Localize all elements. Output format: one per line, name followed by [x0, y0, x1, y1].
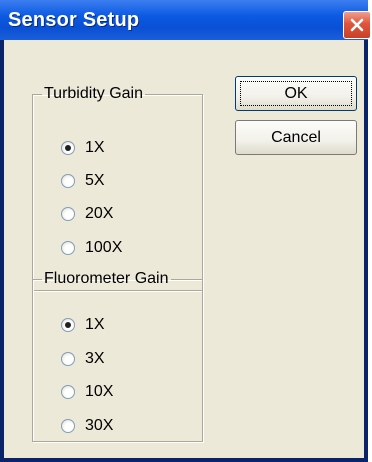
cancel-button-label: Cancel [271, 128, 321, 146]
dialog-body: Turbidity Gain 1X 5X 20X 100X Fluoromete… [4, 40, 364, 458]
radio-checked-icon [61, 318, 75, 332]
fluorometer-radio-30x[interactable]: 30X [61, 415, 113, 437]
turbidity-option-label: 100X [85, 239, 123, 256]
turbidity-radio-100x[interactable]: 100X [61, 237, 122, 259]
fluorometer-option-label: 30X [85, 417, 114, 434]
title-bar[interactable]: Sensor Setup [0, 0, 371, 40]
cancel-button[interactable]: Cancel [235, 120, 357, 155]
close-button[interactable] [343, 11, 371, 39]
turbidity-gain-group: Turbidity Gain 1X 5X 20X 100X [32, 85, 203, 291]
focus-rectangle [240, 81, 352, 106]
fluorometer-option-label: 3X [85, 350, 105, 367]
radio-unchecked-icon [61, 385, 75, 399]
turbidity-radio-20x[interactable]: 20X [61, 203, 113, 225]
turbidity-radio-1x[interactable]: 1X [61, 137, 105, 159]
fluorometer-gain-legend: Fluorometer Gain [44, 270, 169, 287]
radio-unchecked-icon [61, 352, 75, 366]
fluorometer-gain-group: Fluorometer Gain 1X 3X 10X 30X [32, 270, 203, 442]
radio-unchecked-icon [61, 174, 75, 188]
radio-checked-icon [61, 141, 75, 155]
ok-button[interactable]: OK [235, 76, 357, 111]
radio-unchecked-icon [61, 419, 75, 433]
turbidity-gain-legend: Turbidity Gain [44, 85, 143, 102]
close-icon [350, 18, 364, 32]
radio-unchecked-icon [61, 241, 75, 255]
turbidity-option-label: 1X [85, 139, 105, 156]
fluorometer-radio-3x[interactable]: 3X [61, 348, 105, 370]
radio-unchecked-icon [61, 207, 75, 221]
turbidity-option-label: 5X [85, 172, 105, 189]
fluorometer-radio-10x[interactable]: 10X [61, 381, 113, 403]
dialog-window: Sensor Setup Turbidity Gain 1X 5X 20X 10… [0, 0, 371, 462]
fluorometer-radio-1x[interactable]: 1X [61, 314, 105, 336]
fluorometer-option-label: 1X [85, 316, 105, 333]
window-title: Sensor Setup [8, 9, 140, 31]
turbidity-option-label: 20X [85, 205, 114, 222]
fluorometer-option-label: 10X [85, 383, 114, 400]
turbidity-radio-5x[interactable]: 5X [61, 170, 105, 192]
